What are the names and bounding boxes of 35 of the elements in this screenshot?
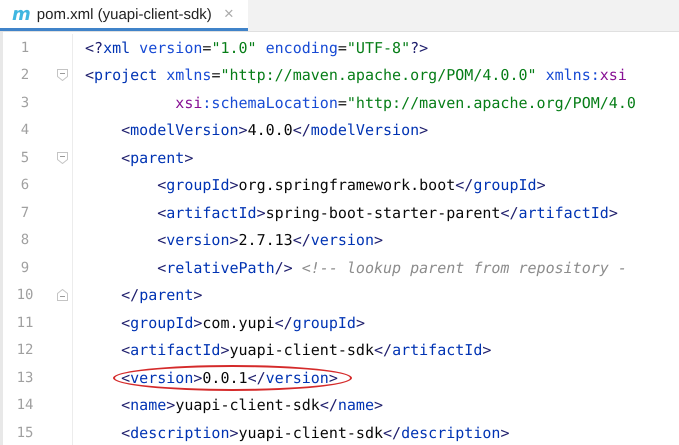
line-number: 7 [20, 204, 30, 221]
code-line: <version>0.0.1</version> [120, 368, 338, 387]
code-line: </parent> [120, 286, 202, 304]
code-line: <description>yuapi-client-sdk</description> [120, 424, 510, 442]
line-number: 11 [16, 314, 34, 331]
line-number: 8 [20, 232, 30, 248]
line-number: 5 [20, 150, 30, 166]
line-number: 14 [16, 397, 34, 414]
line-number: 10 [16, 287, 34, 304]
line-number: 3 [20, 94, 30, 111]
code-line: <parent> [120, 148, 194, 167]
code-line: <groupId>org.springframework.boot</groupId> [156, 176, 546, 194]
code-line: <relativePath/> <!-- lookup parent from repository - [156, 258, 627, 277]
line-number: 6 [20, 177, 30, 194]
code-line: <modelVersion>4.0.0</modelVersion> [120, 121, 428, 140]
maven-file-icon: m [12, 4, 31, 24]
line-number: 12 [16, 342, 34, 358]
code-line: <project xmlns="http://maven.apache.org/POM/4.0.0" xmlns:xsi [85, 66, 627, 84]
fold-marker-icon[interactable] [56, 289, 68, 302]
line-number: 4 [20, 122, 30, 138]
fold-marker-icon[interactable] [56, 152, 68, 164]
code-line: <name>yuapi-client-sdk</name> [120, 396, 384, 414]
code-line: <artifactId>yuapi-client-sdk</artifactId> [120, 341, 492, 360]
code-line: <?xml version="1.0" encoding="UTF-8"?> [85, 38, 428, 57]
line-number: 2 [20, 67, 30, 84]
code-line: xsi:schemaLocation="http://maven.apache.org/POM/4.0 [175, 94, 636, 112]
line-number: 9 [20, 260, 30, 276]
code-line: <groupId>com.yupi</groupId> [120, 314, 365, 332]
file-tab[interactable]: m pom.xml (yuapi-client-sdk) × [0, 0, 248, 31]
line-number: 15 [16, 424, 34, 441]
code-line: <artifactId>spring-boot-starter-parent</artifactId> [156, 204, 618, 222]
fold-marker-icon[interactable] [56, 69, 68, 82]
code-line: <version>2.7.13</version> [156, 231, 384, 250]
line-number: 1 [20, 40, 30, 56]
line-number: 13 [16, 370, 34, 386]
